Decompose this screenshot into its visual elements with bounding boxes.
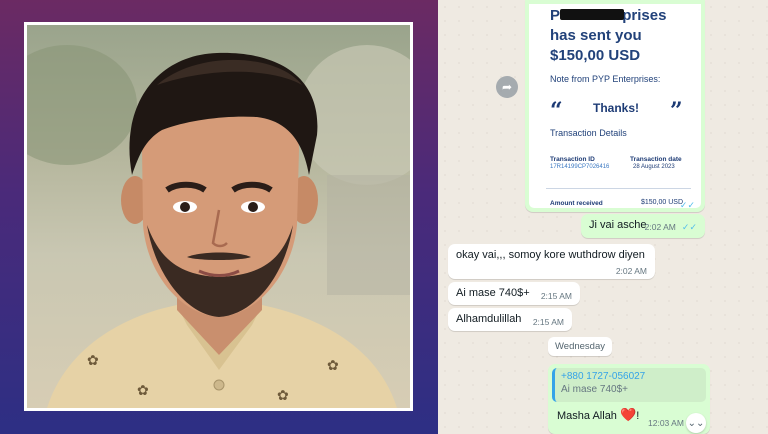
day-divider: Wednesday — [548, 337, 612, 356]
incoming-message[interactable]: okay vai,,, somoy kore wuthdrow diyen 2:… — [448, 244, 655, 279]
message-text: Ji vai asche — [589, 219, 647, 231]
svg-text:✿: ✿ — [87, 352, 99, 368]
profile-photo: ✿ ✿ ✿ ✿ — [27, 25, 410, 408]
redaction-mark — [560, 9, 624, 20]
quote-close-icon: ” — [670, 98, 683, 124]
svg-text:✿: ✿ — [327, 357, 339, 373]
receipt-note-label: Note from PYP Enterprises: — [550, 74, 661, 84]
receipt-note-text: Thanks! — [593, 101, 640, 115]
amount-received-value: $150,00 USD — [641, 199, 684, 206]
incoming-message[interactable]: Alhamdulillah 2:15 AM — [448, 308, 572, 331]
chat-panel[interactable]: ➦ PYP Enterprises has sent you $150,00 U… — [438, 0, 768, 434]
exclamation-text: ! — [636, 410, 640, 422]
receipt-amount-heading: $150,00 USD — [550, 47, 641, 64]
message-text: Alhamdulillah — [456, 313, 522, 325]
quoted-text: Ai mase 740$+ — [561, 384, 628, 395]
message-time: 2:02 AM — [644, 222, 676, 232]
transaction-id-label: Transaction ID — [550, 156, 595, 163]
transaction-date-value: 28 August 2023 — [633, 164, 675, 170]
message-text: Ai mase 740$+ — [456, 287, 530, 299]
forward-icon[interactable]: ➦ — [496, 76, 518, 98]
payment-receipt: PYP Enterprises has sent you $150,00 USD… — [529, 4, 701, 208]
svg-text:✿: ✿ — [137, 382, 149, 398]
payment-receipt-image-message[interactable]: PYP Enterprises has sent you $150,00 USD… — [525, 0, 705, 212]
svg-text:✿: ✿ — [277, 387, 289, 403]
transaction-id-value: 17R14199CP7026416 — [550, 164, 610, 170]
transaction-date-label: Transaction date — [630, 156, 682, 163]
quote-open-icon: “ — [550, 98, 563, 124]
receipt-sent-text: has sent you — [550, 27, 642, 44]
message-text: okay vai,,, somoy kore wuthdrow diyen — [456, 249, 645, 261]
quoted-message[interactable]: +880 1727-056027 Ai mase 740$+ — [552, 368, 706, 402]
heart-icon: ❤️ — [620, 407, 637, 422]
message-time: 2:15 AM — [540, 291, 572, 301]
incoming-message[interactable]: Ai mase 740$+ 2:15 AM — [448, 282, 580, 305]
message-time: 12:03 AM — [648, 418, 684, 428]
profile-photo-frame: ✿ ✿ ✿ ✿ — [24, 22, 413, 411]
receipt-details-label: Transaction Details — [550, 128, 627, 138]
message-time: 2:15 AM — [532, 317, 564, 327]
quoted-sender: +880 1727-056027 — [561, 371, 646, 382]
amount-received-label: Amount received — [550, 200, 603, 207]
outgoing-message[interactable]: Ji vai asche 2:02 AM ✓✓ — [581, 214, 705, 238]
message-time: 2:02 AM — [615, 266, 647, 276]
chevron-down-icon[interactable]: ⌄⌄ — [686, 413, 706, 433]
portrait-illustration: ✿ ✿ ✿ ✿ — [27, 45, 410, 408]
receipt-divider — [546, 188, 691, 189]
message-text: Masha Allah — [557, 410, 617, 422]
read-receipt-icon: ✓✓ — [679, 200, 695, 208]
read-receipt-icon: ✓✓ — [681, 222, 697, 232]
